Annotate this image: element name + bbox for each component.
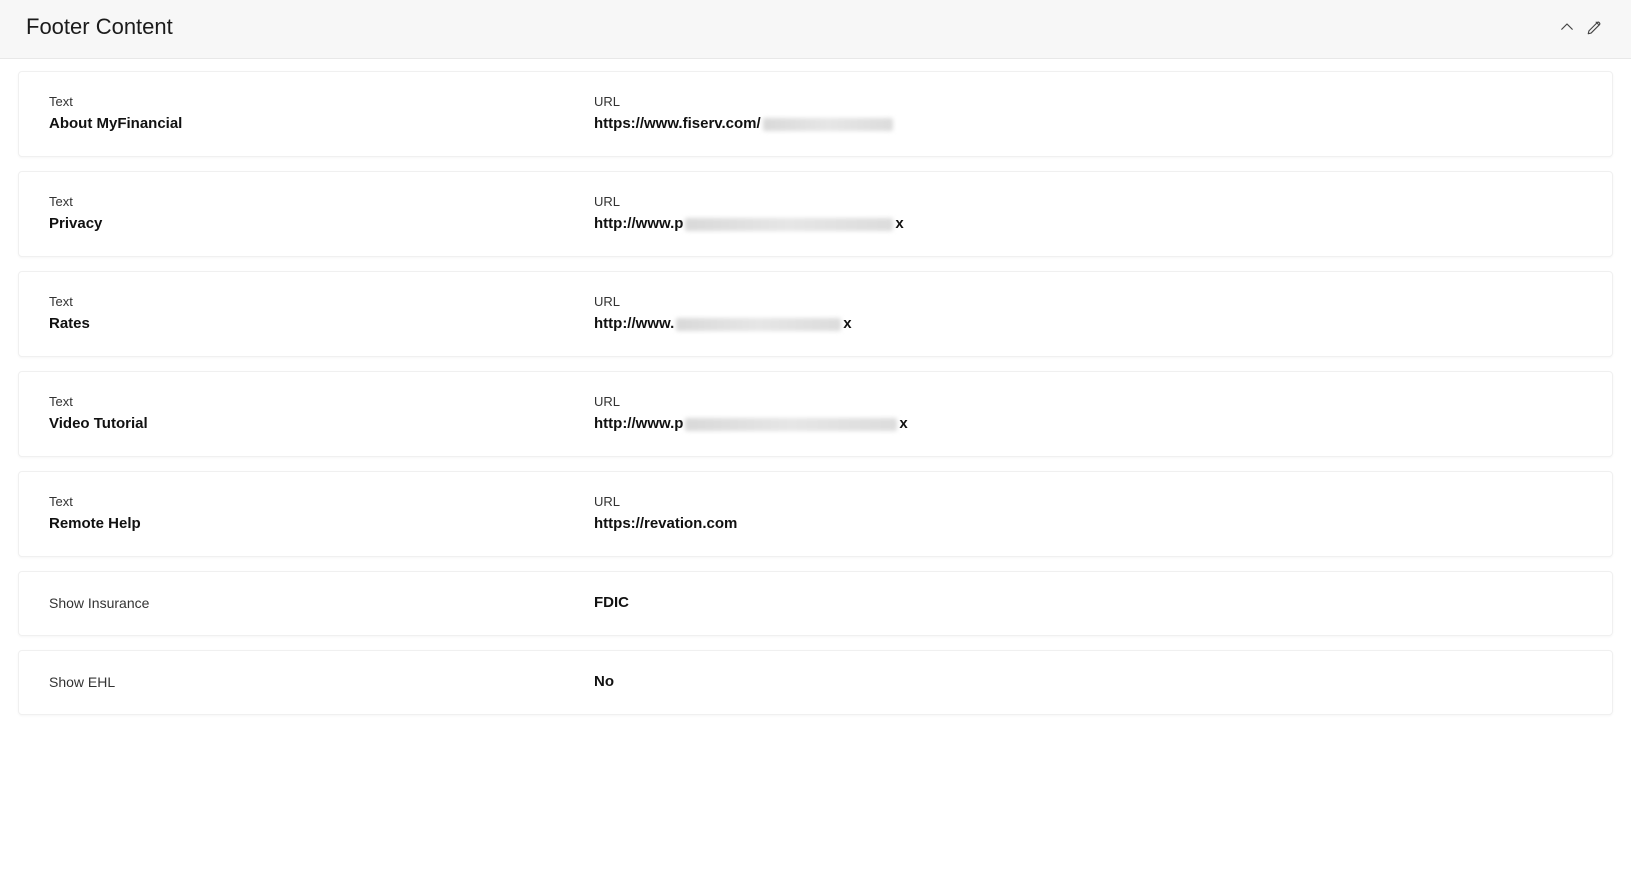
setting-value: No [594, 673, 614, 690]
collapse-icon[interactable] [1557, 17, 1577, 37]
url-label: URL [594, 494, 1582, 509]
text-value: Rates [49, 315, 594, 332]
redacted-segment [763, 118, 893, 131]
text-label: Text [49, 94, 594, 109]
url-prefix: http://www.p [594, 215, 683, 232]
url-prefix: https://www.fiserv.com/ [594, 115, 761, 132]
footer-link-card: Text Remote Help URL https://revation.co… [18, 471, 1613, 557]
text-label: Text [49, 194, 594, 209]
section-title: Footer Content [26, 14, 173, 40]
section-header: Footer Content [0, 0, 1631, 59]
url-value: http://www.p x [594, 415, 1582, 432]
redacted-segment [676, 318, 841, 331]
url-label: URL [594, 194, 1582, 209]
url-prefix: https://revation.com [594, 515, 737, 532]
setting-label: Show Insurance [49, 595, 594, 611]
redacted-segment [685, 418, 897, 431]
text-label: Text [49, 494, 594, 509]
header-actions [1557, 17, 1605, 37]
footer-link-card: Text About MyFinancial URL https://www.f… [18, 71, 1613, 157]
url-value: http://www.p x [594, 215, 1582, 232]
url-suffix: x [899, 415, 907, 432]
url-label: URL [594, 394, 1582, 409]
setting-card: Show Insurance FDIC [18, 571, 1613, 636]
setting-value: FDIC [594, 594, 629, 611]
url-value: https://revation.com [594, 515, 1582, 532]
text-value: About MyFinancial [49, 115, 594, 132]
redacted-segment [685, 218, 893, 231]
url-suffix: x [895, 215, 903, 232]
setting-card: Show EHL No [18, 650, 1613, 715]
text-value: Video Tutorial [49, 415, 594, 432]
url-label: URL [594, 294, 1582, 309]
url-prefix: http://www. [594, 315, 674, 332]
cards-container: Text About MyFinancial URL https://www.f… [0, 59, 1631, 733]
url-label: URL [594, 94, 1582, 109]
url-value: http://www. x [594, 315, 1582, 332]
footer-link-card: Text Rates URL http://www. x [18, 271, 1613, 357]
url-prefix: http://www.p [594, 415, 683, 432]
setting-label: Show EHL [49, 674, 594, 690]
footer-link-card: Text Video Tutorial URL http://www.p x [18, 371, 1613, 457]
footer-content-page: Footer Content Text About MyFinancial [0, 0, 1631, 733]
text-label: Text [49, 294, 594, 309]
url-value: https://www.fiserv.com/ [594, 115, 1582, 132]
url-suffix: x [843, 315, 851, 332]
text-value: Privacy [49, 215, 594, 232]
edit-icon[interactable] [1585, 17, 1605, 37]
footer-link-card: Text Privacy URL http://www.p x [18, 171, 1613, 257]
text-value: Remote Help [49, 515, 594, 532]
text-label: Text [49, 394, 594, 409]
